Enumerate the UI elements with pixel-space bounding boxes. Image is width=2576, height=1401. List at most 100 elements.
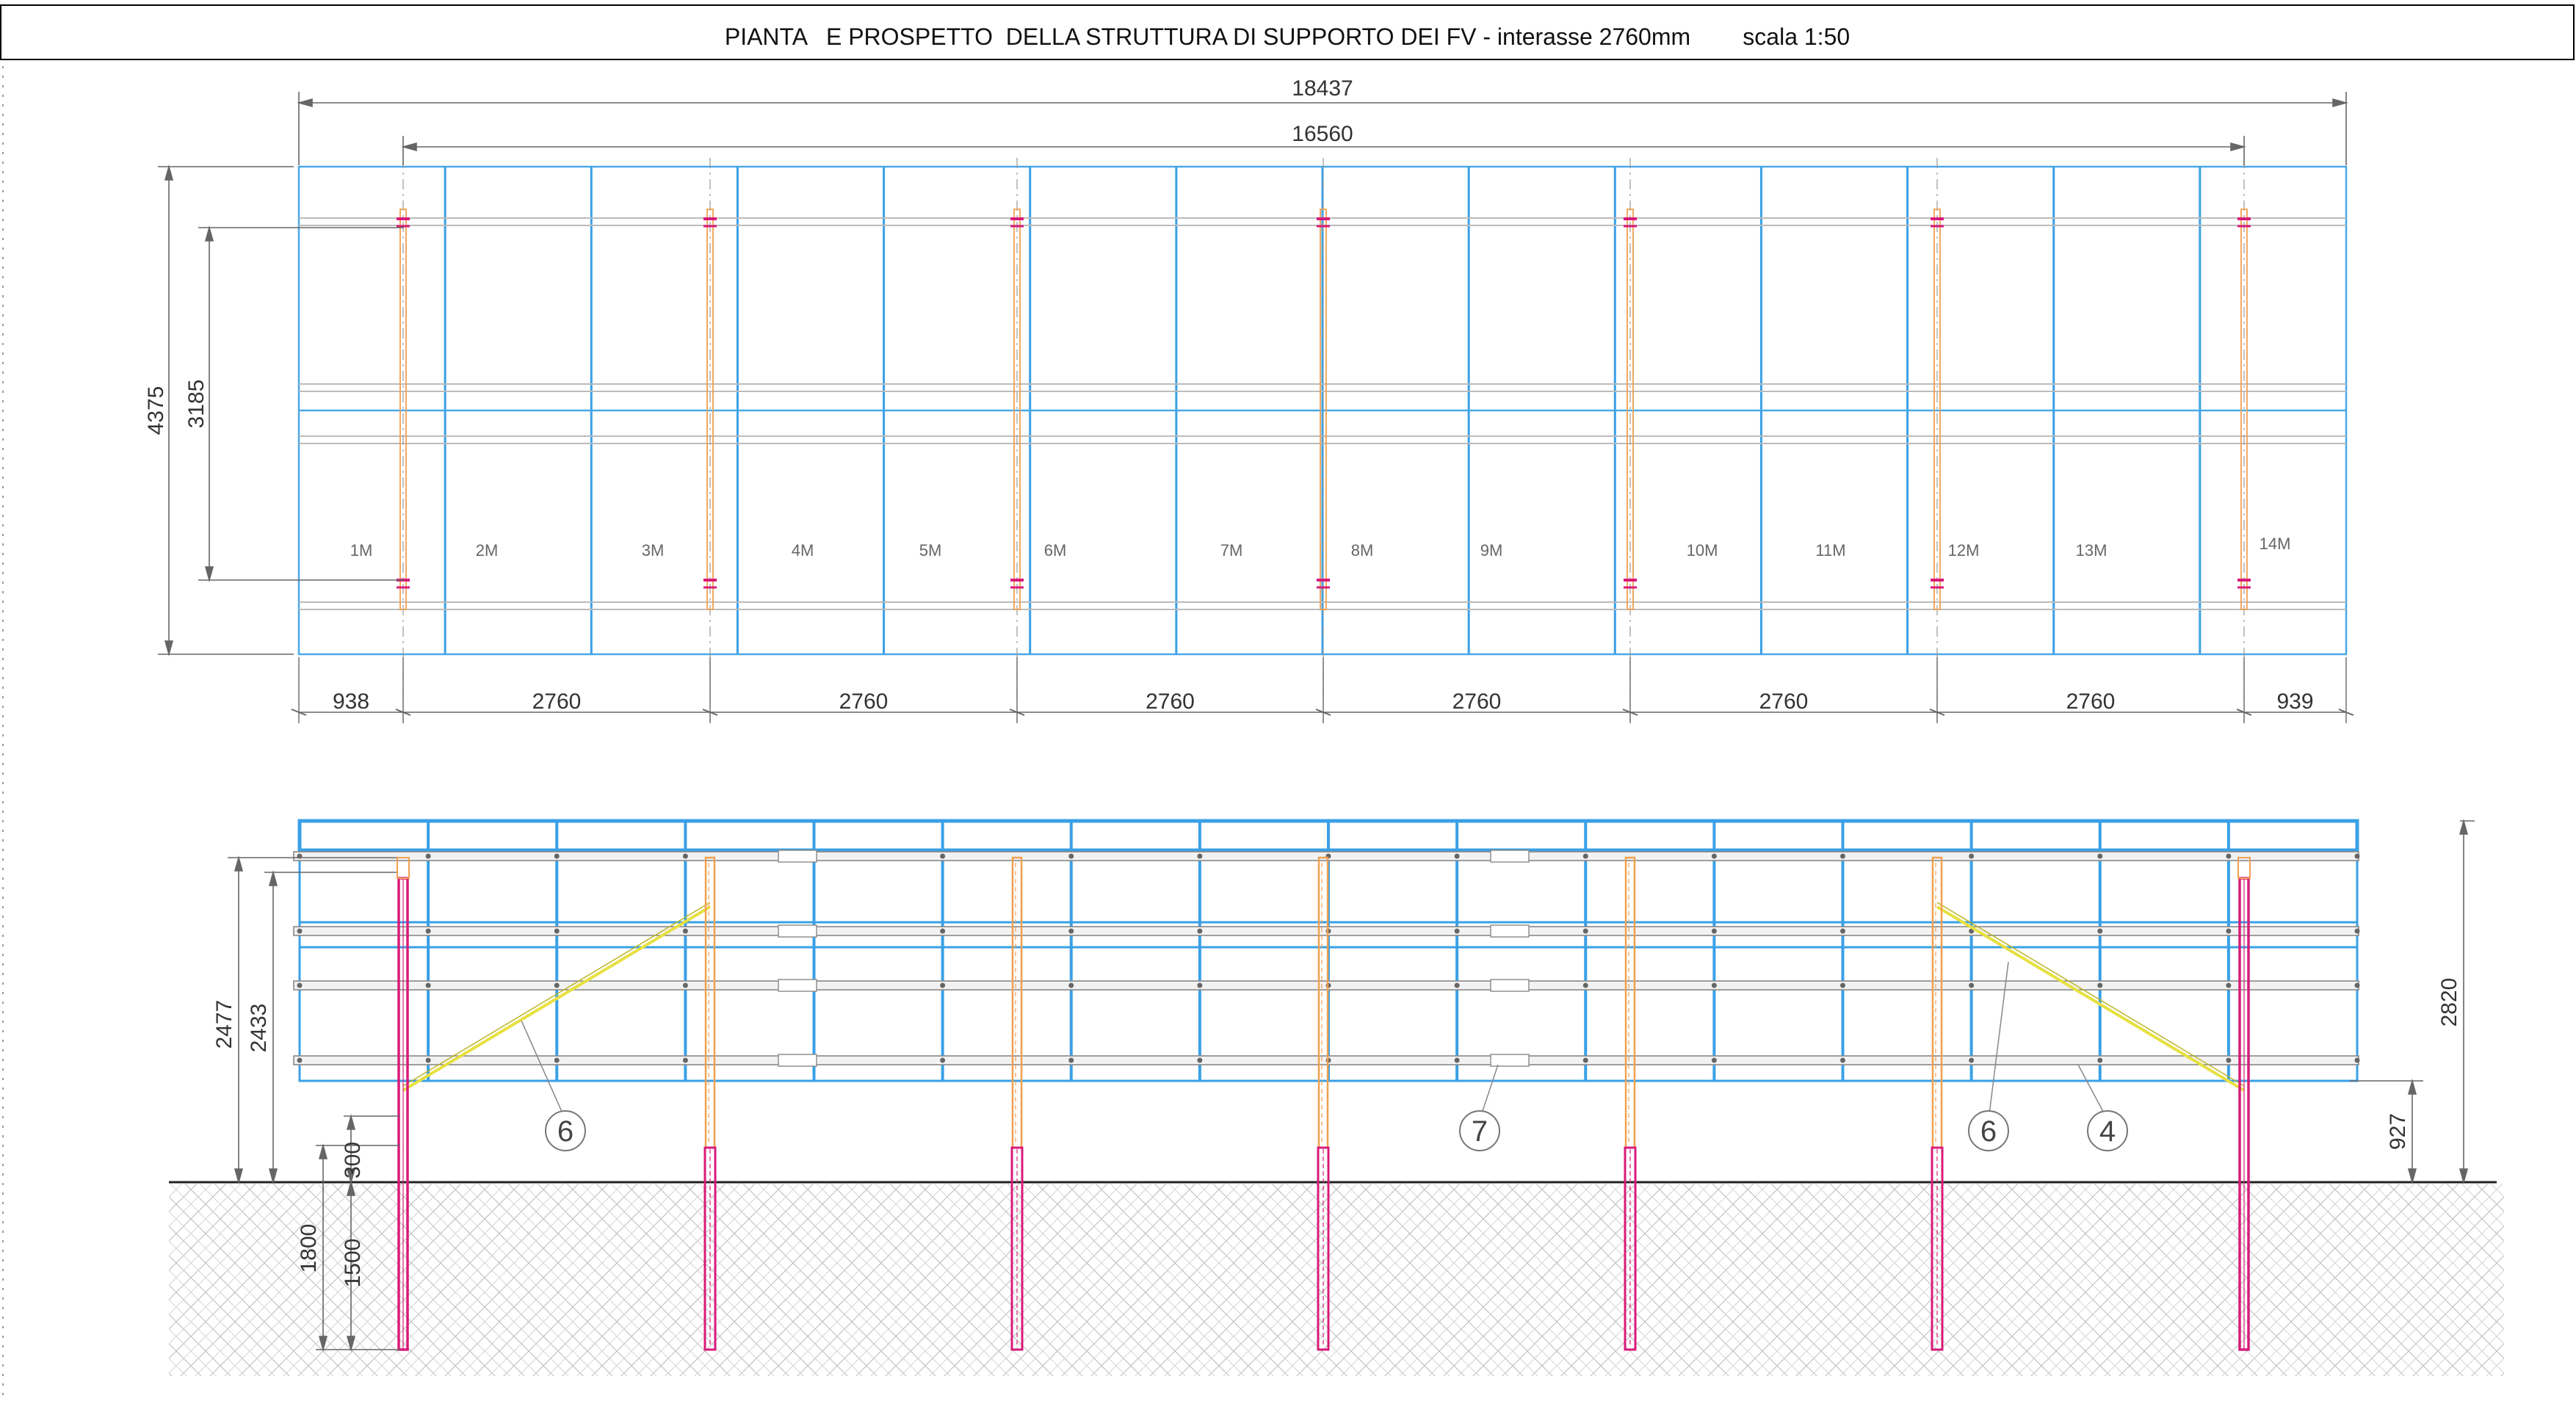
elev-clamp [1840, 1057, 1845, 1063]
ground-hatch [169, 1184, 2504, 1376]
elev-clamp [1711, 928, 1717, 934]
elev-clamp [554, 853, 560, 859]
dim-height-front-label: 2477 [212, 1000, 236, 1049]
dim-chain-label: 2760 [1759, 689, 1809, 714]
elev-clamp [2354, 853, 2360, 859]
elev-clamp [2097, 1057, 2103, 1063]
dim-axis-width-label: 3185 [184, 380, 209, 429]
elev-post [1011, 856, 1023, 1149]
module-label: 6M [1044, 541, 1067, 560]
dim-axis-length-label: 16560 [1292, 122, 1353, 146]
dim-axis-width [198, 225, 404, 582]
dim-clearance-label: 927 [2386, 1113, 2410, 1150]
elev-clamp [425, 1057, 431, 1063]
dim-overall-length-label: 18437 [1292, 76, 1353, 101]
elev-purlin-splice [1490, 1054, 1530, 1067]
elev-clamp [1454, 982, 1460, 988]
dim-chain-label: 2760 [1452, 689, 1502, 714]
module-label: 7M [1220, 541, 1243, 560]
elev-clamp [1068, 982, 1074, 988]
svg-text:7: 7 [1472, 1115, 1488, 1148]
module-label: 1M [350, 541, 373, 560]
dim-overall-width [158, 164, 294, 656]
module-label: 8M [1351, 541, 1374, 560]
elev-post [1624, 856, 1636, 1149]
module-label: 12M [1948, 541, 1980, 560]
elev-clamp [1068, 853, 1074, 859]
elev-clamp [2354, 1057, 2360, 1063]
dim-height-post [264, 870, 397, 1184]
elev-clamp [1197, 853, 1203, 859]
elev-clamp [1068, 1057, 1074, 1063]
elev-clamp [940, 982, 946, 988]
svg-text:4: 4 [2099, 1115, 2116, 1148]
elev-clamp [2354, 928, 2360, 934]
dim-chain-label: 2760 [2066, 689, 2116, 714]
technical-drawing: 1M 2M 3M 4M 5M 6M 7M 8M 9M 10M 11M 12M 13M 14M 18437 … [2, 66, 2504, 1395]
elev-clamp [2226, 982, 2232, 988]
elev-clamp [1840, 928, 1845, 934]
elev-clamp [2097, 853, 2103, 859]
elev-clamp [2097, 928, 2103, 934]
dim-embed-upper-label: 300 [341, 1142, 365, 1179]
elev-purlin-splice [778, 979, 817, 992]
elev-clamp [297, 928, 303, 934]
module-label: 2M [476, 541, 499, 560]
elev-clamp [940, 928, 946, 934]
elev-purlin-splice [778, 924, 817, 938]
elev-post [1317, 856, 1329, 1149]
dim-chain-bottom: 938 2760 2760 2760 2760 2760 2760 939 [291, 657, 2354, 723]
elev-clamp [1454, 853, 1460, 859]
elev-clamp [1969, 853, 1975, 859]
elev-clamp [1197, 982, 1203, 988]
elev-purlin-splice [778, 1054, 817, 1067]
elev-clamp [1582, 853, 1588, 859]
plan-view: 1M 2M 3M 4M 5M 6M 7M 8M 9M 10M 11M 12M 13M 14M 18437 … [144, 76, 2354, 723]
elev-post [704, 856, 716, 1149]
elev-clamp [682, 1057, 688, 1063]
elev-clamp [682, 853, 688, 859]
elev-clamp [1454, 928, 1460, 934]
module-label: 10M [1687, 541, 1718, 560]
dim-height-post-label: 2433 [247, 1004, 271, 1053]
elev-clamp [1582, 1057, 1588, 1063]
module-label: 14M [2260, 535, 2291, 553]
dim-chain-label: 939 [2276, 689, 2313, 714]
elevation-view: 2820 927 2477 2433 1800 300 1500 6 7 6 4 [169, 819, 2504, 1376]
elev-clamp [2097, 982, 2103, 988]
elev-clamp [1969, 1057, 1975, 1063]
dim-embed-lower-label: 1500 [341, 1239, 365, 1288]
dim-chain-label: 938 [333, 689, 369, 714]
callout-6-left: 6 [521, 1020, 586, 1151]
elev-clamp [1582, 928, 1588, 934]
elev-clamp [1840, 982, 1845, 988]
dim-chain-label: 2760 [1146, 689, 1195, 714]
elev-clamp [554, 928, 560, 934]
elev-clamp [2226, 853, 2232, 859]
elev-clamp [554, 1057, 560, 1063]
elev-purlin-splice [1490, 979, 1530, 992]
elev-clamp [425, 982, 431, 988]
dim-height-total-label: 2820 [2437, 978, 2461, 1027]
module-label: 5M [919, 541, 942, 560]
elev-clamp [1582, 982, 1588, 988]
elev-clamp [1840, 853, 1845, 859]
elev-clamp [2354, 982, 2360, 988]
elev-clamp [297, 1057, 303, 1063]
elev-clamp [1711, 853, 1717, 859]
svg-text:6: 6 [557, 1115, 574, 1148]
dim-chain-label: 2760 [532, 689, 582, 714]
elev-clamp [425, 853, 431, 859]
elev-clamp [940, 853, 946, 859]
dim-overall-width-label: 4375 [144, 386, 168, 435]
elev-clamp [2226, 928, 2232, 934]
elev-clamp [1711, 982, 1717, 988]
dim-embed-total-label: 1800 [297, 1224, 321, 1273]
elev-clamp [1711, 1057, 1717, 1063]
elev-purlin-splice [1490, 924, 1530, 938]
elev-clamp [1068, 928, 1074, 934]
module-label: 13M [2076, 541, 2108, 560]
elev-clamp [940, 1057, 946, 1063]
svg-text:6: 6 [1980, 1115, 1997, 1148]
elev-clamp [2226, 1057, 2232, 1063]
